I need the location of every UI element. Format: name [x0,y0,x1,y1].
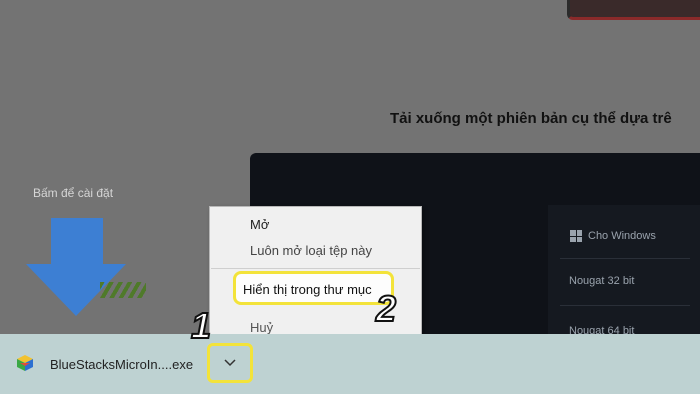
menu-divider [211,268,420,269]
menu-item-always-open[interactable]: Luôn mở loại tệp này [250,243,372,258]
step-number-2: 2 [375,287,397,330]
bluestacks-file-icon [17,355,33,371]
progress-stripes [100,282,146,298]
divider [560,258,690,259]
step-number-1: 1 [190,304,212,347]
menu-item-open[interactable]: Mở [250,217,269,232]
chevron-down-icon [224,359,236,367]
show-in-folder-label: Hiển thị trong thư mục [243,282,372,297]
download-options-button[interactable] [207,343,253,383]
windows-option[interactable]: Cho Windows [570,230,656,242]
page-heading: Tải xuống một phiên bản cụ thể dựa trê [390,110,672,127]
install-hint: Bấm để cài đặt [33,186,114,200]
download-filename[interactable]: BlueStacksMicroIn....exe [50,357,193,372]
windows-label: Cho Windows [588,230,656,242]
laptop-image [567,0,700,20]
divider [560,305,690,306]
menu-item-show-in-folder[interactable]: Hiển thị trong thư mục [233,271,394,305]
windows-icon [570,230,582,242]
menu-item-cancel[interactable]: Huỷ [250,320,273,335]
down-arrow-icon [51,218,103,266]
version-nougat-32[interactable]: Nougat 32 bit [569,275,634,287]
